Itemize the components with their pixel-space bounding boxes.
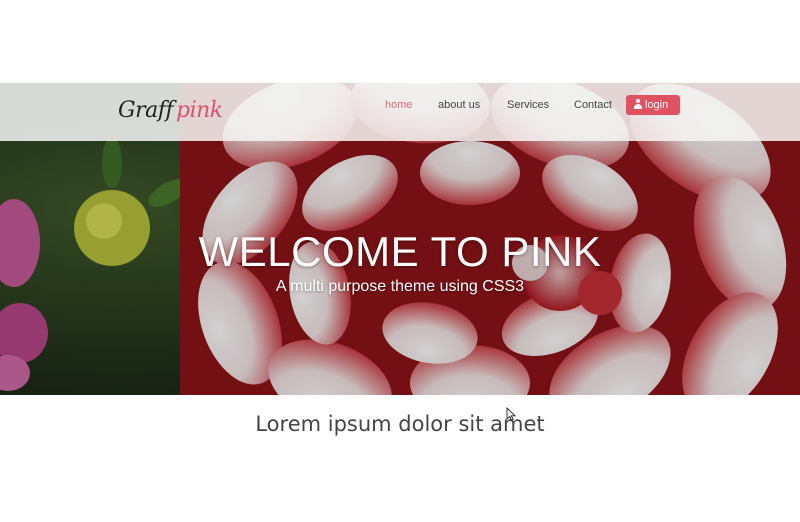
section-heading: Lorem ipsum dolor sit amet	[255, 412, 545, 436]
hero-title: WELCOME TO PINK	[198, 228, 602, 275]
hero-subtitle: A multi purpose theme using CSS3	[275, 278, 525, 295]
nav-link-services[interactable]: Services	[507, 95, 549, 115]
nav-link-home[interactable]: home	[385, 95, 413, 115]
mouse-cursor-icon	[506, 407, 516, 421]
nav-link-contact[interactable]: Contact	[574, 95, 612, 115]
user-icon	[633, 99, 643, 109]
nav-link-about-us[interactable]: about us	[438, 95, 480, 115]
navbar: Graff pink home about us Services Contact…	[0, 83, 800, 141]
login-button[interactable]: login	[626, 95, 680, 115]
login-button-label: login	[645, 99, 669, 111]
main-nav: home about us Services Contact	[0, 95, 800, 115]
